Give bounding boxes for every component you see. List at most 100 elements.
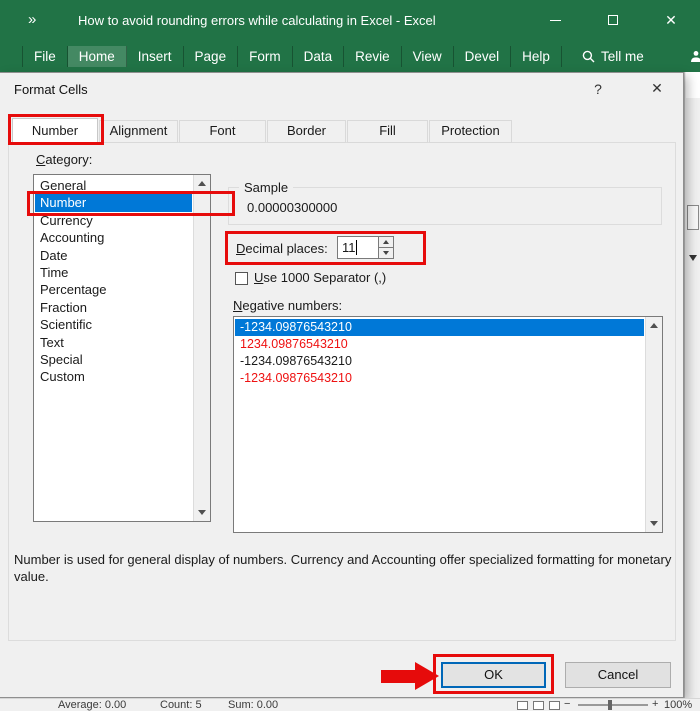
screen: » How to avoid rounding errors while cal…	[0, 0, 700, 711]
normal-view-button[interactable]	[517, 701, 528, 710]
status-average: Average: 0.00	[58, 699, 127, 711]
dialog-tab-font[interactable]: Font	[179, 120, 266, 143]
ribbon-tab-bar: File Home Insert Page Form Data Revie Vi…	[0, 40, 700, 72]
triangle-up-icon	[198, 181, 206, 186]
scrollbar-arrow-icon[interactable]	[689, 255, 697, 261]
zoom-slider-thumb[interactable]	[608, 700, 612, 710]
minimize-button[interactable]	[526, 0, 584, 40]
negative-numbers-scrollbar[interactable]	[645, 317, 662, 532]
ribbon-tab-help[interactable]: Help	[511, 46, 562, 67]
negative-option-black[interactable]: -1234.09876543210	[235, 353, 644, 370]
category-item-date[interactable]: Date	[35, 247, 192, 264]
dialog-close-button[interactable]: ✕	[638, 76, 676, 101]
triangle-down-icon	[383, 251, 389, 255]
ribbon-tab-home[interactable]: Home	[67, 46, 127, 67]
decimal-places-label: Decimal places:	[236, 241, 328, 256]
tell-me-label: Tell me	[600, 49, 644, 64]
dialog-tab-fill[interactable]: Fill	[347, 120, 428, 143]
use-1000-separator-label: Use 1000 Separator (,)	[254, 270, 387, 285]
zoom-level[interactable]: 100%	[664, 699, 692, 711]
ok-button[interactable]: OK	[441, 662, 546, 688]
status-bar: Average: 0.00 Count: 5 Sum: 0.00 − + 100…	[0, 698, 700, 711]
ribbon-tab-developer[interactable]: Devel	[454, 46, 512, 67]
category-item-scientific[interactable]: Scientific	[35, 316, 192, 333]
scroll-down-button[interactable]	[646, 515, 662, 532]
category-item-fraction[interactable]: Fraction	[35, 299, 192, 316]
category-items: General Number Currency Accounting Date …	[35, 177, 192, 386]
category-item-time[interactable]: Time	[35, 264, 192, 281]
scrollbar-thumb[interactable]	[687, 205, 699, 230]
ribbon-tab-page-layout[interactable]: Page	[184, 46, 239, 67]
close-icon: ✕	[665, 11, 677, 28]
dialog-tab-number[interactable]: Number	[12, 118, 98, 144]
status-sum: Sum: 0.00	[228, 699, 279, 711]
ribbon-tab-data[interactable]: Data	[293, 46, 345, 67]
ribbon-tab-formulas[interactable]: Form	[238, 46, 293, 67]
ribbon-tab-file[interactable]: File	[22, 46, 68, 67]
negative-option-red-minus[interactable]: -1234.09876543210	[235, 370, 644, 387]
category-item-accounting[interactable]: Accounting	[35, 229, 192, 246]
status-count: Count: 5	[160, 699, 202, 711]
dialog-help-button[interactable]: ?	[584, 77, 612, 101]
text-cursor	[356, 240, 357, 255]
spin-up-button[interactable]	[379, 237, 393, 248]
scroll-up-button[interactable]	[646, 317, 662, 334]
dialog-tab-border[interactable]: Border	[267, 120, 346, 143]
category-item-special[interactable]: Special	[35, 351, 192, 368]
share-button[interactable]: Share	[684, 46, 700, 67]
close-button[interactable]: ✕	[642, 0, 700, 40]
category-item-general[interactable]: General	[35, 177, 192, 194]
use-1000-separator-checkbox[interactable]	[235, 272, 248, 285]
scroll-up-button[interactable]	[194, 175, 210, 192]
ribbon-tab-review[interactable]: Revie	[344, 46, 402, 67]
cancel-button[interactable]: Cancel	[565, 662, 671, 688]
ribbon-display-options-icon[interactable]: »	[28, 11, 36, 28]
page-layout-view-button[interactable]	[533, 701, 544, 710]
ribbon-tab-view[interactable]: View	[402, 46, 454, 67]
triangle-up-icon	[650, 323, 658, 328]
dialog-tab-protection[interactable]: Protection	[429, 120, 512, 143]
maximize-button[interactable]	[584, 0, 642, 40]
page-break-view-button[interactable]	[549, 701, 560, 710]
category-item-number[interactable]: Number	[35, 194, 192, 212]
sample-label: Sample	[239, 180, 294, 195]
category-item-custom[interactable]: Custom	[35, 368, 192, 385]
format-cells-dialog: Format Cells ? ✕ Number Alignment Font B…	[0, 72, 684, 698]
negative-option-red[interactable]: 1234.09876543210	[235, 336, 644, 353]
annotation-arrow-head-icon	[415, 662, 439, 690]
person-icon	[690, 51, 700, 62]
search-icon	[582, 50, 595, 63]
scroll-down-button[interactable]	[194, 504, 210, 521]
view-shortcuts	[517, 701, 560, 710]
category-item-text[interactable]: Text	[35, 334, 192, 351]
negative-numbers-items: -1234.09876543210 1234.09876543210 -1234…	[235, 319, 644, 387]
zoom-in-button[interactable]: +	[652, 699, 658, 710]
category-label: Category:	[36, 152, 93, 167]
negative-option-selected[interactable]: -1234.09876543210	[235, 319, 644, 336]
zoom-slider[interactable]	[578, 704, 648, 706]
worksheet-cells-fragment	[686, 72, 700, 98]
dialog-title: Format Cells	[14, 82, 88, 97]
format-description: Number is used for general display of nu…	[14, 552, 672, 584]
tell-me-button[interactable]: Tell me	[576, 46, 650, 67]
maximize-icon	[608, 15, 618, 25]
triangle-up-icon	[383, 240, 389, 244]
worksheet-scrollbar-strip	[684, 72, 700, 698]
category-item-currency[interactable]: Currency	[35, 212, 192, 229]
spin-down-button[interactable]	[379, 248, 393, 258]
triangle-down-icon	[198, 510, 206, 515]
sample-groupbox: Sample 0.00000300000	[228, 180, 662, 225]
minimize-icon	[549, 19, 561, 21]
negative-numbers-label: Negative numbers:	[233, 298, 343, 313]
window-titlebar: » How to avoid rounding errors while cal…	[0, 0, 700, 40]
sample-value: 0.00000300000	[247, 200, 338, 215]
category-scrollbar[interactable]	[193, 175, 210, 521]
annotation-arrow-icon	[381, 670, 417, 683]
ribbon-tab-insert[interactable]: Insert	[127, 46, 184, 67]
dialog-tab-alignment[interactable]: Alignment	[99, 120, 178, 143]
zoom-out-button[interactable]: −	[564, 699, 570, 710]
negative-numbers-listbox[interactable]: -1234.09876543210 1234.09876543210 -1234…	[233, 316, 663, 533]
decimal-places-input[interactable]: 11	[337, 236, 394, 259]
category-listbox[interactable]: General Number Currency Accounting Date …	[33, 174, 211, 522]
category-item-percentage[interactable]: Percentage	[35, 281, 192, 298]
